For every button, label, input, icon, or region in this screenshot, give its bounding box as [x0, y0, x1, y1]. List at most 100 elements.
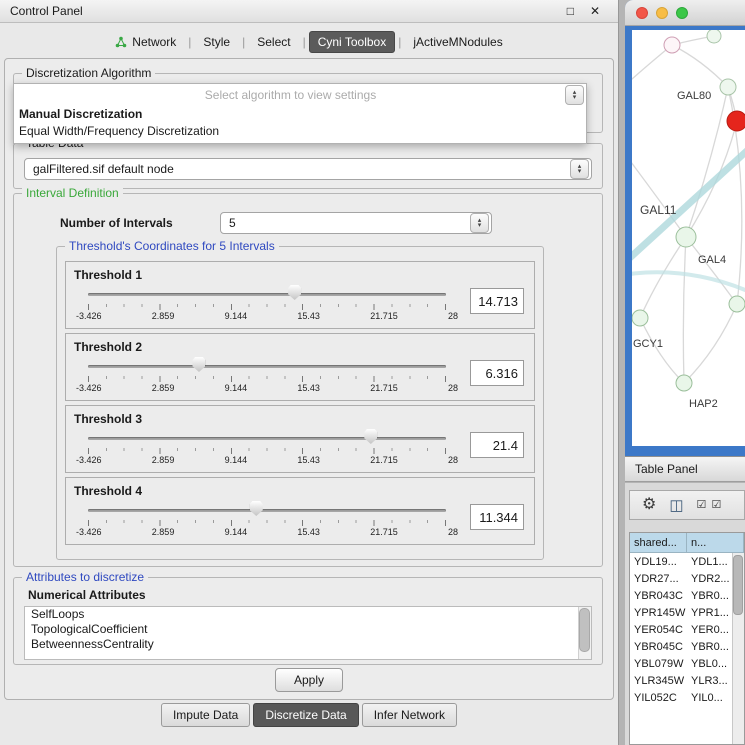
close-traffic-light-icon[interactable] — [636, 7, 648, 19]
scale-label: 2.859 — [152, 383, 175, 393]
tab-style-label: Style — [203, 35, 230, 49]
table-data-combo[interactable]: galFiltered.sif default node ▴ ▾ — [24, 158, 592, 180]
tab-select[interactable]: Select — [248, 31, 299, 53]
number-of-intervals-stepper[interactable]: ▴ ▾ — [470, 213, 489, 233]
network-graph: GAL80 GAL11 GAL4 GCY1 HAP2 — [632, 30, 745, 446]
algorithm-combo[interactable]: Select algorithm to view settings ▴ ▾ — [14, 84, 586, 106]
tab-style[interactable]: Style — [194, 31, 239, 53]
network-canvas[interactable]: GAL80 GAL11 GAL4 GCY1 HAP2 — [632, 30, 745, 446]
list-item[interactable]: TopologicalCoefficient — [25, 622, 591, 637]
network-node[interactable] — [632, 310, 648, 326]
table-row[interactable]: YER054C YER0... — [630, 621, 744, 638]
scale-label: 15.43 — [297, 527, 320, 537]
table-panel-toolbar: ⚙ ◫ ☑ ☑ — [629, 490, 745, 520]
slider-thumb[interactable] — [192, 357, 205, 372]
network-node[interactable] — [676, 375, 692, 391]
scale-label: 21.715 — [370, 527, 398, 537]
cell: YIL052C — [630, 692, 687, 704]
network-node[interactable] — [720, 79, 736, 95]
table-row[interactable]: YDL19... YDL1... — [630, 553, 744, 570]
table-row[interactable]: YIL052C YIL0... — [630, 689, 744, 706]
number-of-intervals-combo[interactable]: 5 ▴ ▾ — [220, 212, 492, 234]
list-item[interactable]: BetweennessCentrality — [25, 637, 591, 652]
slider-track — [88, 293, 446, 296]
table-data-combo-stepper[interactable]: ▴ ▾ — [570, 159, 589, 179]
list-item[interactable]: SelfLoops — [25, 607, 591, 622]
tab-infer-network[interactable]: Infer Network — [362, 703, 457, 727]
threshold-panel-4: Threshold 4 -3.426 2.859 9.144 15.43 21.… — [65, 477, 535, 545]
scrollbar-thumb[interactable] — [733, 555, 743, 615]
screen: Control Panel □ ✕ Network | Styl — [0, 0, 745, 745]
threshold-4-value-field[interactable]: 11.344 — [470, 504, 524, 530]
network-node[interactable] — [729, 296, 745, 312]
tab-jactivemnodules[interactable]: jActiveMNodules — [404, 31, 511, 53]
table-header-row: shared... n... — [630, 533, 744, 553]
table-row[interactable]: YBR043C YBR0... — [630, 587, 744, 604]
table-data-combo-value: galFiltered.sif default node — [33, 162, 570, 176]
slider-ticks — [88, 304, 446, 310]
scale-label: 21.715 — [370, 311, 398, 321]
table-row[interactable]: YDR27... YDR2... — [630, 570, 744, 587]
network-node[interactable] — [676, 227, 696, 247]
network-node[interactable] — [664, 37, 680, 53]
threshold-2-value-field[interactable]: 6.316 — [470, 360, 524, 386]
threshold-4-slider[interactable] — [88, 502, 446, 518]
slider-thumb[interactable] — [250, 501, 263, 516]
apply-button[interactable]: Apply — [275, 668, 343, 692]
scale-label: -3.426 — [76, 311, 102, 321]
stepper-down-icon: ▾ — [478, 223, 482, 228]
column-header-name[interactable]: n... — [687, 533, 744, 553]
algorithm-combo-placeholder: Select algorithm to view settings — [16, 88, 565, 102]
thresholds-group: Threshold's Coordinates for 5 Intervals … — [56, 246, 544, 560]
interval-definition-group: Interval Definition Number of Intervals … — [13, 193, 603, 567]
threshold-1-slider[interactable] — [88, 286, 446, 302]
table-row[interactable]: YBR045C YBR0... — [630, 638, 744, 655]
threshold-panel-3: Threshold 3 -3.426 2.859 9.144 15.43 21.… — [65, 405, 535, 473]
threshold-1-value-field[interactable]: 14.713 — [470, 288, 524, 314]
numerical-attributes-list[interactable]: SelfLoops TopologicalCoefficient Between… — [24, 606, 592, 660]
minimize-traffic-light-icon[interactable] — [656, 7, 668, 19]
select-rows-icon[interactable]: ☑ ☑ — [697, 500, 723, 511]
threshold-2-slider[interactable] — [88, 358, 446, 374]
column-header-shared-name[interactable]: shared... — [630, 533, 687, 553]
table-scrollbar[interactable] — [732, 553, 744, 744]
slider-thumb[interactable] — [364, 429, 377, 444]
slider-thumb[interactable] — [288, 285, 301, 300]
scale-label: 2.859 — [152, 527, 175, 537]
gear-icon[interactable]: ⚙ — [642, 497, 656, 513]
scrollbar-thumb[interactable] — [579, 608, 590, 652]
tab-network-label: Network — [132, 35, 176, 49]
stepper-down-icon: ▾ — [573, 95, 577, 100]
tab-cyni-toolbox[interactable]: Cyni Toolbox — [309, 31, 395, 53]
threshold-3-slider[interactable] — [88, 430, 446, 446]
zoom-traffic-light-icon[interactable] — [676, 7, 688, 19]
columns-icon[interactable]: ◫ — [669, 498, 683, 513]
slider-track — [88, 509, 446, 512]
node-table[interactable]: shared... n... YDL19... YDL1... YDR27...… — [629, 532, 745, 745]
attributes-list-scrollbar[interactable] — [578, 607, 591, 659]
slider-track — [88, 437, 446, 440]
float-window-icon[interactable]: □ — [567, 4, 574, 18]
table-row[interactable]: YPR145W YPR1... — [630, 604, 744, 621]
close-window-icon[interactable]: ✕ — [590, 4, 600, 18]
attributes-group: Attributes to discretize Numerical Attri… — [13, 577, 603, 665]
slider-track — [88, 365, 446, 368]
stepper-down-icon: ▾ — [578, 169, 582, 174]
tab-discretize-data[interactable]: Discretize Data — [253, 703, 358, 727]
algorithm-combo-stepper[interactable]: ▴ ▾ — [565, 85, 584, 105]
threshold-panel-1: Threshold 1 -3.426 2.859 9.144 15.43 21.… — [65, 261, 535, 329]
selected-red-node[interactable] — [727, 111, 745, 131]
table-row[interactable]: YBL079W YBL0... — [630, 655, 744, 672]
scale-label: 15.43 — [297, 383, 320, 393]
table-row[interactable]: YLR345W YLR3... — [630, 672, 744, 689]
threshold-3-value-field[interactable]: 21.4 — [470, 432, 524, 458]
algorithm-option-manual[interactable]: Manual Discretization — [14, 106, 586, 123]
tab-network[interactable]: Network — [106, 31, 185, 53]
algorithm-option-equal-width[interactable]: Equal Width/Frequency Discretization — [14, 123, 586, 140]
bottom-tab-bar: Impute Data Discretize Data Infer Networ… — [0, 703, 618, 727]
cell: YPR145W — [630, 607, 687, 619]
scale-label: -3.426 — [76, 455, 102, 465]
control-panel-window: Control Panel □ ✕ Network | Styl — [0, 0, 619, 745]
tab-impute-data[interactable]: Impute Data — [161, 703, 250, 727]
network-node[interactable] — [707, 30, 721, 43]
